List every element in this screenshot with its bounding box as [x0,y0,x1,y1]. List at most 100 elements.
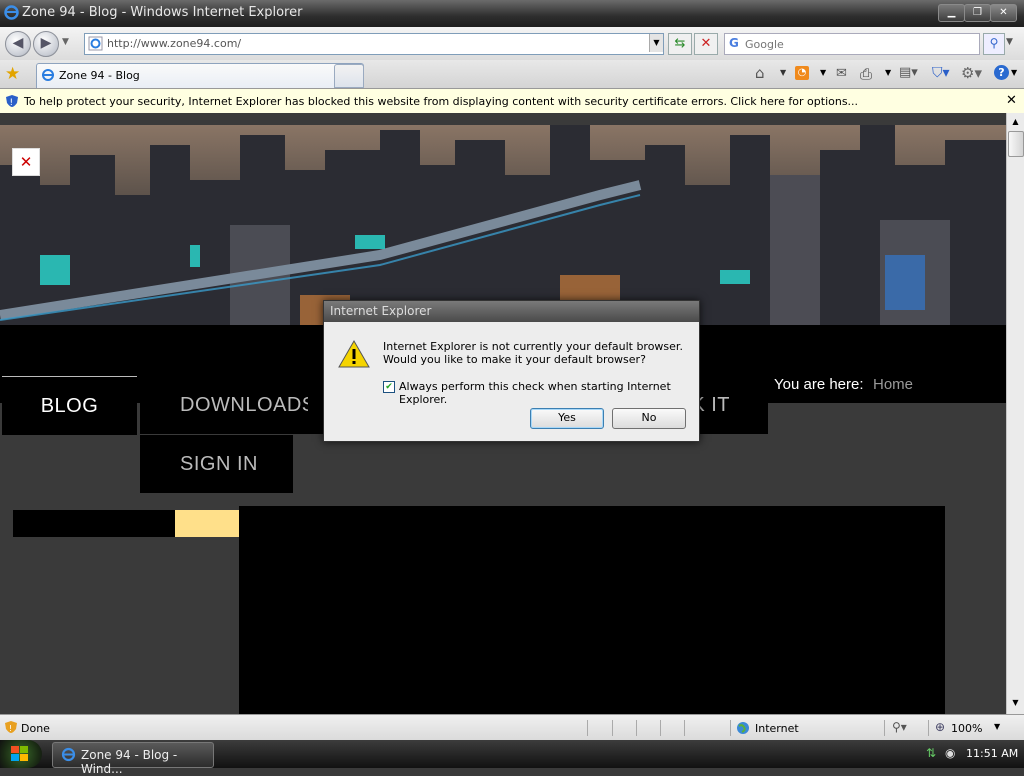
new-tab-button[interactable] [334,64,364,88]
help-dropdown[interactable]: ▼ [1011,68,1017,77]
zoom-icon: ⊕ [935,720,946,734]
taskbar-clock: 11:51 AM [966,747,1019,760]
tab-zone94-blog[interactable]: Zone 94 - Blog [36,63,364,88]
security-info-bar[interactable]: ! To help protect your security, Interne… [0,89,1024,114]
help-button[interactable]: ? [994,65,1009,80]
favorites-button[interactable]: ★ [5,64,20,84]
feeds-dropdown[interactable]: ▼ [820,68,826,77]
zoom-dropdown[interactable]: ▼ [994,722,1000,731]
scroll-thumb[interactable] [1008,131,1024,157]
page-menu-button[interactable]: ▤▾ [899,65,918,80]
dialog-title: Internet Explorer [330,304,432,318]
status-bar: ! Done Internet ⚲▾ ⊕ 100% ▼ [0,714,1024,741]
start-button[interactable] [0,740,42,768]
city-banner-image [0,125,1006,325]
refresh-button[interactable]: ⇆ [668,33,692,55]
checkbox-label: Always perform this check when starting … [399,380,671,406]
window-title: Zone 94 - Blog - Windows Internet Explor… [22,5,303,20]
yes-button[interactable]: Yes [530,408,604,429]
status-separator [587,720,588,736]
minimize-button[interactable]: ▁ [938,4,965,22]
zoom-level[interactable]: 100% [951,722,982,735]
search-box[interactable]: G [724,33,980,55]
print-button[interactable]: ⎙ [860,65,872,83]
sidebar-dark-bar [13,510,175,537]
globe-icon [737,722,749,734]
maximize-button[interactable]: ❐ [964,4,991,22]
main-content-panel [239,506,945,714]
nav-sign-in[interactable]: SIGN IN [140,435,293,493]
dialog-title-bar: Internet Explorer [324,301,699,322]
close-window-button[interactable]: ✕ [990,4,1017,22]
tab-label: Zone 94 - Blog [59,69,140,82]
safety-icon: ⛉▾ [932,65,950,81]
status-text: Done [21,722,50,735]
no-button[interactable]: No [612,408,686,429]
home-button[interactable]: ⌂ [755,64,765,82]
ie-page-icon [88,36,103,51]
status-separator [660,720,661,736]
status-separator [928,720,929,736]
mail-icon: ✉ [836,66,847,81]
status-separator [884,720,885,736]
volume-tray-icon[interactable]: ◉ [945,746,955,760]
safety-menu-button[interactable]: ⛉▾ [932,65,950,81]
feeds-button[interactable]: ◔ [795,66,809,80]
back-button[interactable]: ◀ [5,31,31,57]
taskbar-item-ie[interactable]: Zone 94 - Blog - Wind... [52,742,214,776]
breadcrumb: You are here: Home [768,325,1004,403]
rss-icon: ◔ [797,67,807,78]
status-separator [612,720,613,736]
forward-icon: ▶ [40,35,52,51]
breadcrumb-home-link[interactable]: Home [873,376,913,393]
print-dropdown[interactable]: ▼ [885,68,891,77]
scroll-down-button[interactable]: ▼ [1008,696,1023,710]
google-logo-icon: G [729,36,739,50]
tools-gear-icon: ⚙▾ [961,64,982,82]
mail-button[interactable]: ✉ [836,66,847,81]
dialog-message: Internet Explorer is not currently your … [383,340,683,366]
tools-menu-button[interactable]: ⚙▾ [961,64,982,82]
vertical-scrollbar[interactable]: ▲ ▼ [1006,113,1024,714]
status-separator [684,720,685,736]
home-dropdown[interactable]: ▼ [780,68,786,77]
scroll-up-button[interactable]: ▲ [1008,115,1023,129]
network-tray-icon[interactable]: ⇅ [926,746,936,760]
protected-mode-icon[interactable]: ⚲▾ [892,720,907,734]
favorites-star-icon: ★ [5,64,21,84]
address-dropdown[interactable]: ▼ [649,34,663,52]
security-zone: Internet [755,722,799,735]
stop-button[interactable]: ✕ [694,33,718,55]
history-dropdown[interactable]: ▼ [62,37,69,47]
status-separator [730,720,731,736]
svg-text:!: ! [9,724,12,733]
shield-icon: ! [6,95,18,108]
status-shield-icon: ! [5,721,17,733]
address-bar[interactable]: http://www.zone94.com/ [84,33,664,55]
svg-text:!: ! [10,98,14,108]
search-options-dropdown[interactable]: ▼ [1006,37,1013,47]
taskbar-item-label: Zone 94 - Blog - Wind... [81,748,178,776]
breadcrumb-label: You are here: [774,376,864,393]
status-separator [636,720,637,736]
ie-logo-icon [4,5,19,20]
home-icon: ⌂ [755,64,765,82]
forward-button[interactable]: ▶ [33,31,59,57]
windows-logo-icon [11,746,28,761]
nav-downloads[interactable]: DOWNLOADS [140,376,315,434]
default-browser-dialog: Internet Explorer Internet Explorer is n… [323,300,700,442]
warning-icon [338,339,370,368]
ie-logo-icon [42,69,54,81]
stop-icon: ✕ [700,36,712,51]
back-icon: ◀ [12,35,24,51]
nav-blog[interactable]: BLOG [2,376,137,435]
help-icon: ? [998,66,1005,79]
infobar-message: To help protect your security, Internet … [24,95,859,108]
always-check-checkbox[interactable]: ✔ [383,381,395,393]
close-icon[interactable]: ✕ [1006,93,1017,108]
window-title-bar: Zone 94 - Blog - Windows Internet Explor… [0,0,1024,27]
broken-image-icon: ✕ [12,148,40,176]
search-button[interactable]: ⚲ [983,33,1005,55]
search-input[interactable] [743,35,977,53]
page-icon: ▤▾ [899,65,918,80]
